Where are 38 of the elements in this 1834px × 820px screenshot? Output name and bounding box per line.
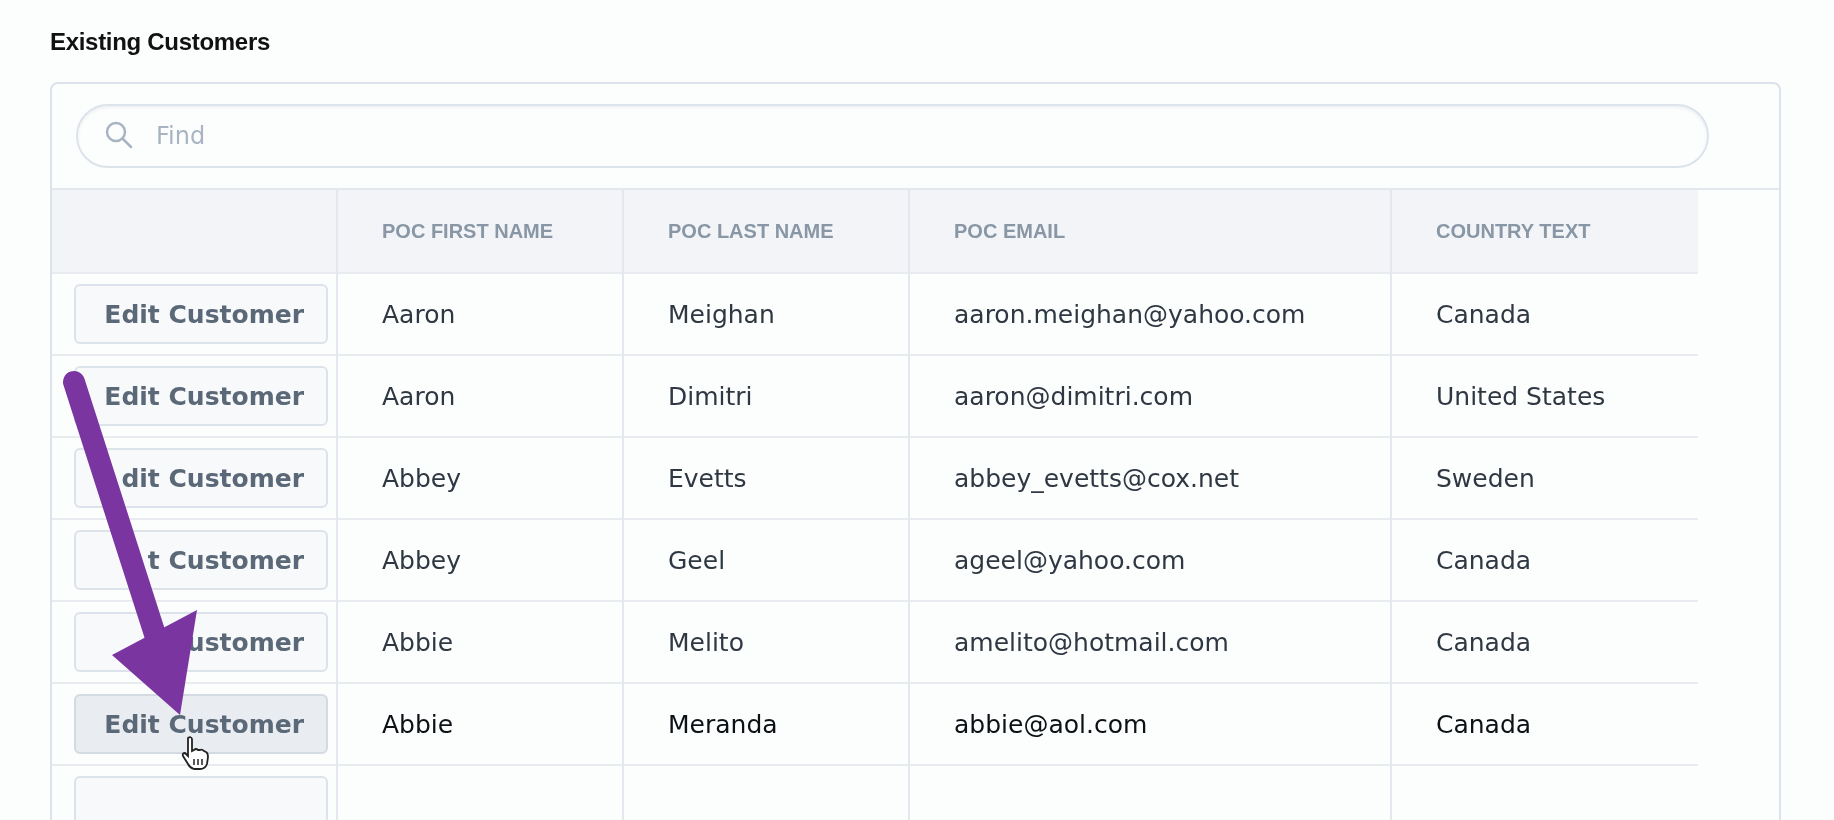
edit-customer-button[interactable]: t Customer: [74, 530, 328, 590]
table-cell: ageel@yahoo.com: [909, 519, 1391, 601]
table-cell: abbie@aol.com: [909, 683, 1391, 765]
table-cell: Sweden: [1391, 437, 1698, 519]
table-cell: Abbie: [337, 601, 623, 683]
table-cell: Aaron: [337, 273, 623, 355]
edit-customer-button[interactable]: Edit Customer: [74, 284, 328, 344]
column-header: POC EMAIL: [909, 190, 1391, 273]
section-title: Existing Customers: [50, 28, 271, 56]
column-header: POC FIRST NAME: [337, 190, 623, 273]
table-cell: Canada: [1391, 273, 1698, 355]
edit-customer-button[interactable]: Edit Customer: [74, 694, 328, 754]
table-cell: Meranda: [623, 683, 909, 765]
table-cell: Aaron: [337, 355, 623, 437]
table-cell: Melito: [623, 601, 909, 683]
table-cell: Canada: [1391, 683, 1698, 765]
table-cell: amelito@hotmail.com: [909, 601, 1391, 683]
table-cell: Dimitri: [623, 355, 909, 437]
table-cell: Abbey: [337, 519, 623, 601]
edit-customer-button[interactable]: dit Customer: [74, 448, 328, 508]
table-cell: Evetts: [623, 437, 909, 519]
table-cell: Canada: [1391, 601, 1698, 683]
cut-off-button[interactable]: [74, 776, 328, 820]
table-cell: aaron.meighan@yahoo.com: [909, 273, 1391, 355]
table-cell: aaron@dimitri.com: [909, 355, 1391, 437]
edit-customer-button[interactable]: Edit Customer: [74, 366, 328, 426]
table-cell: Canada: [1391, 519, 1698, 601]
table-cell: Meighan: [623, 273, 909, 355]
hand-cursor-icon: [180, 735, 210, 771]
search-field[interactable]: Find: [76, 104, 1709, 168]
column-header: COUNTRY TEXT: [1391, 190, 1698, 273]
table-cell: Abbie: [337, 683, 623, 765]
table-cell: United States: [1391, 355, 1698, 437]
column-header: POC LAST NAME: [623, 190, 909, 273]
search-icon: [104, 120, 134, 150]
table-cell: Geel: [623, 519, 909, 601]
table-cell: Abbey: [337, 437, 623, 519]
table-cell: abbey_evetts@cox.net: [909, 437, 1391, 519]
